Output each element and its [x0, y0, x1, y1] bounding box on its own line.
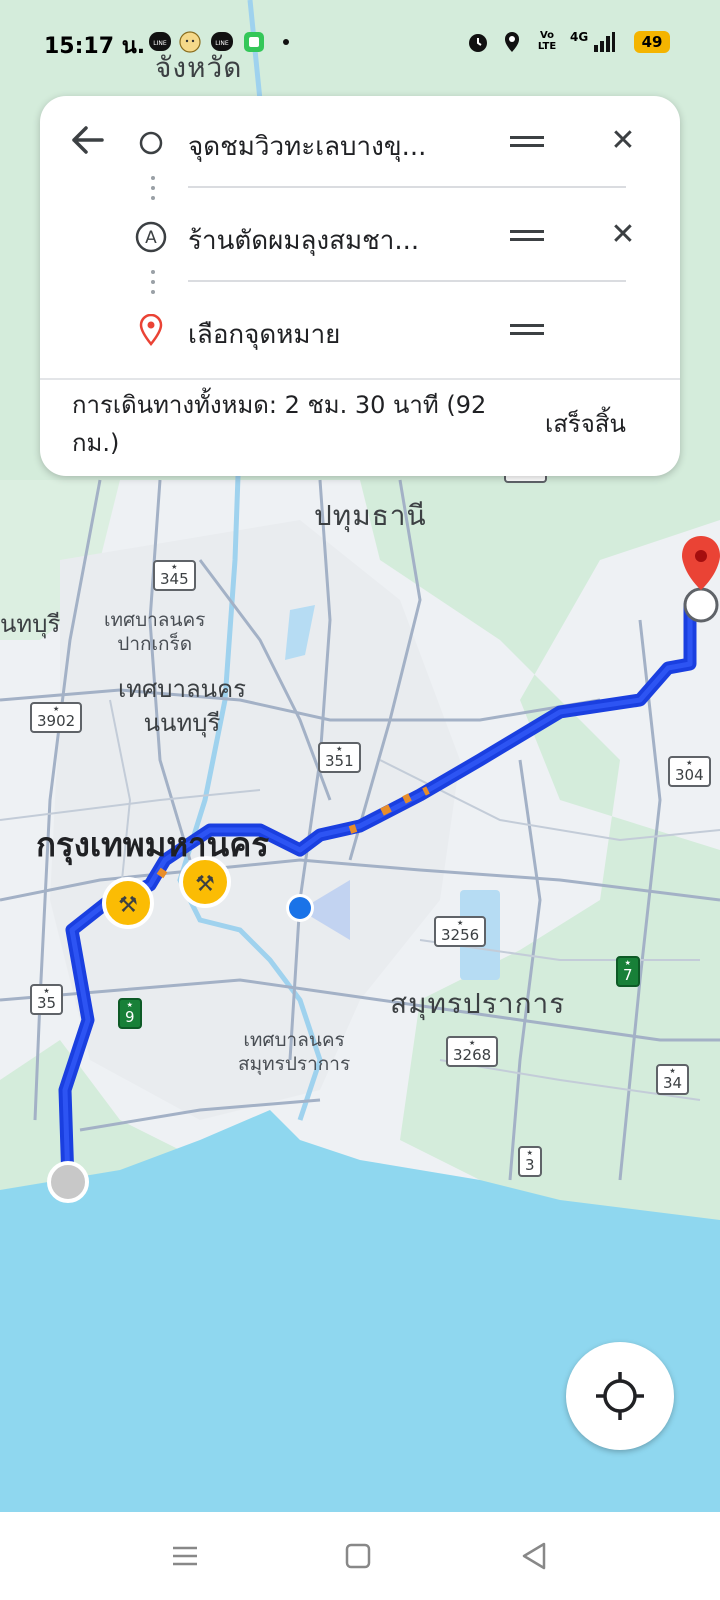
road-shield: 351 — [318, 742, 361, 773]
road-shield: 34 — [656, 1064, 690, 1095]
map-label-nonthaburi-city: เทศบาลนคร นนทบุรี — [118, 675, 247, 737]
my-location-button[interactable] — [566, 1342, 674, 1450]
connector-dot — [151, 186, 155, 190]
remove-stop-icon[interactable]: ✕ — [608, 220, 638, 250]
origin-field[interactable]: จุดชมวิวทะเลบางขุ... — [188, 126, 426, 167]
road-shield: 3 — [518, 1146, 542, 1177]
road-shield: 3256 — [434, 916, 487, 947]
origin-marker[interactable] — [47, 1161, 89, 1203]
stop-a-icon: A — [135, 221, 167, 253]
connector-dot — [151, 290, 155, 294]
svg-text:⚒: ⚒ — [195, 872, 215, 897]
stop-row[interactable]: A ร้านตัดผมลุงสมชา... ✕ — [40, 206, 680, 266]
road-shield: 9 — [118, 998, 142, 1029]
trip-summary: การเดินทางทั้งหมด: 2 ชม. 30 นาที (92 กม.… — [72, 391, 487, 457]
divider — [188, 280, 626, 282]
map-label-samut-prakan: สมุทรปราการ — [390, 987, 566, 1020]
destination-field[interactable]: เลือกจุดหมาย — [188, 314, 340, 355]
crosshair-icon — [596, 1372, 644, 1420]
svg-text:⚒: ⚒ — [118, 893, 138, 918]
construction-icon[interactable]: ⚒ — [102, 877, 154, 929]
back-triangle-icon[interactable] — [514, 1536, 554, 1576]
current-location-dot[interactable] — [289, 897, 311, 919]
svg-text:LINE: LINE — [153, 40, 167, 47]
road-shield: 3268 — [446, 1036, 499, 1067]
map-label-pakkret: เทศบาลนคร ปากเกร็ด — [104, 609, 206, 655]
remove-origin-icon[interactable]: ✕ — [608, 126, 638, 156]
road-shield: 3902 — [30, 702, 83, 733]
road-shield: 35 — [30, 984, 64, 1015]
road-shield: 7 — [616, 956, 640, 987]
menu-icon[interactable] — [165, 1536, 205, 1576]
drag-handle-icon[interactable] — [510, 322, 544, 338]
more-notifications-dot-icon — [283, 39, 289, 45]
destination-row[interactable]: เลือกจุดหมาย — [40, 300, 680, 360]
connector-dot — [151, 196, 155, 200]
message-icon — [244, 32, 264, 52]
stop-field[interactable]: ร้านตัดผมลุงสมชา... — [188, 220, 419, 261]
4g-label: 4G — [570, 30, 589, 44]
destination-pin-icon — [139, 314, 163, 346]
map-label-pathum-thani: ปทุมธานี — [314, 499, 427, 532]
connector-dot — [151, 280, 155, 284]
drag-handle-icon[interactable] — [510, 228, 544, 244]
road-shield: 304 — [668, 756, 711, 787]
home-square-icon[interactable] — [338, 1536, 378, 1576]
status-time: 15:17 น. — [44, 34, 146, 59]
svg-text:A: A — [145, 228, 157, 248]
divider — [188, 186, 626, 188]
done-button[interactable]: เสร็จสิ้น — [545, 404, 626, 443]
road-shield: 345 — [153, 560, 196, 591]
location-icon — [505, 32, 519, 52]
map-label-samut-prakan-city: เทศบาลนคร สมุทรปราการ — [238, 1029, 351, 1075]
alarm-icon — [469, 34, 487, 52]
origin-row[interactable]: จุดชมวิวทะเลบางขุ... ✕ — [40, 112, 680, 172]
map-label-bangkok: กรุงเทพมหานคร — [36, 825, 269, 864]
connector-dot — [151, 176, 155, 180]
destination-pin-dot — [695, 550, 707, 562]
map-label-nonthaburi: นทบุรี — [0, 610, 61, 638]
panel-divider — [40, 378, 680, 380]
volte-icon: Vo LTE — [537, 30, 557, 52]
destination-marker[interactable] — [683, 587, 719, 623]
battery-icon: 49 — [634, 31, 670, 53]
system-nav-bar — [0, 1512, 720, 1600]
origin-circle-icon — [139, 131, 163, 155]
line-icon: LINE — [149, 32, 171, 51]
emoji-icon — [179, 31, 201, 53]
svg-text:LINE: LINE — [215, 40, 229, 47]
drag-handle-icon[interactable] — [510, 134, 544, 150]
connector-dot — [151, 270, 155, 274]
line-icon: LINE — [211, 32, 233, 51]
directions-panel: จุดชมวิวทะเลบางขุ... ✕ A ร้านตัดผมลุงสมช… — [40, 96, 680, 476]
status-bar: 15:17 น. LINE LINE Vo LTE 4G 49 — [0, 22, 720, 62]
signal-icon — [594, 32, 615, 52]
